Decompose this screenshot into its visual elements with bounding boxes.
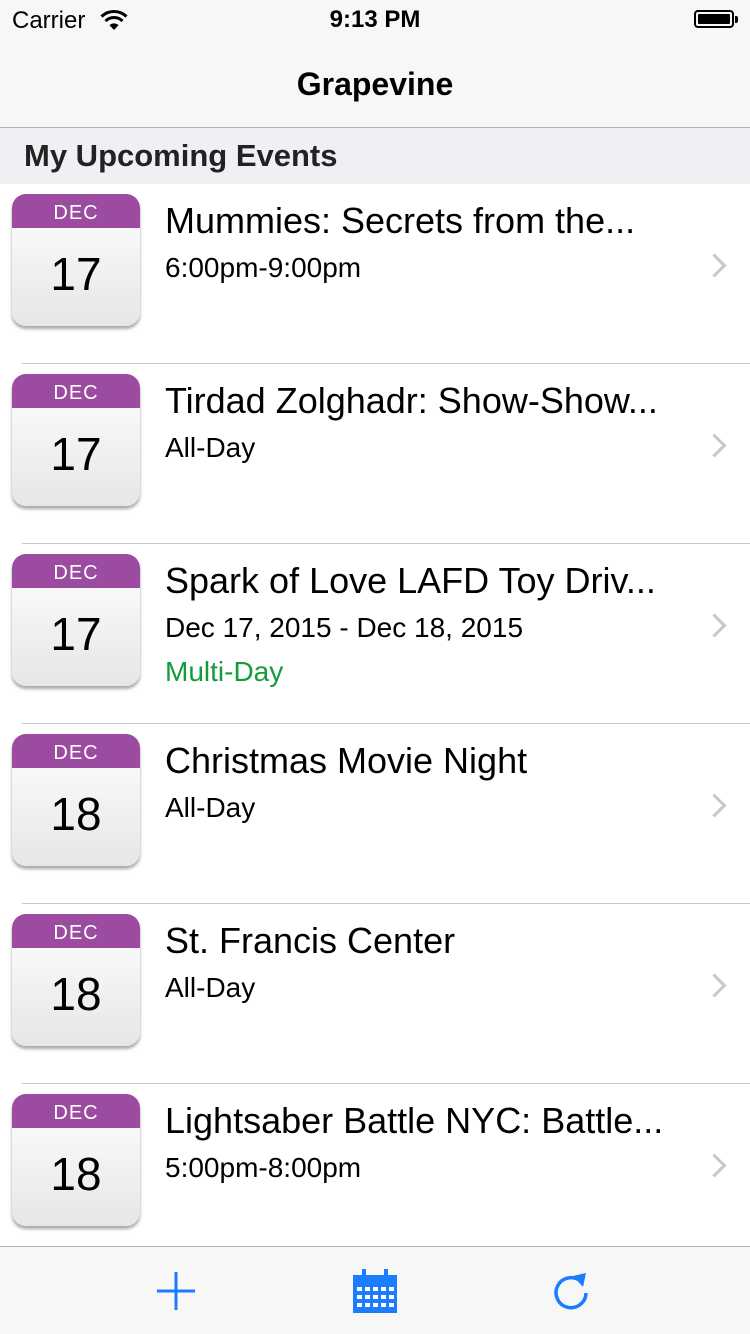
event-month: DEC (12, 734, 140, 768)
event-title: St. Francis Center (165, 920, 456, 961)
event-time: All-Day (165, 432, 256, 463)
event-day: 17 (50, 608, 102, 660)
refresh-icon[interactable] (548, 1267, 596, 1315)
section-header: My Upcoming Events (0, 128, 750, 184)
event-title: Spark of Love LAFD Toy Driv... (165, 560, 656, 601)
multi-day-label: Multi-Day (165, 656, 284, 687)
event-day: 18 (50, 968, 102, 1020)
event-time: All-Day (165, 972, 256, 1003)
event-row[interactable]: DEC 18 Lightsaber Battle NYC: Battle... … (0, 1084, 750, 1246)
event-month: DEC (12, 554, 140, 588)
event-title: Lightsaber Battle NYC: Battle... (165, 1100, 664, 1141)
event-row[interactable]: DEC 18 St. Francis Center All-Day (0, 904, 750, 1084)
event-time: 5:00pm-8:00pm (165, 1152, 362, 1183)
event-day: 18 (50, 788, 102, 840)
bottom-toolbar (0, 1246, 750, 1334)
event-day: 17 (50, 428, 102, 480)
calendar-date-icon: DEC 17 (12, 374, 140, 506)
chevron-right-icon (702, 433, 727, 458)
chevron-right-icon (702, 1153, 727, 1178)
battery-icon (694, 10, 738, 30)
event-row[interactable]: DEC 18 Christmas Movie Night All-Day (0, 724, 750, 904)
event-month: DEC (12, 374, 140, 408)
chevron-right-icon (702, 973, 727, 998)
event-month: DEC (12, 914, 140, 948)
navigation-bar: Grapevine (0, 40, 750, 128)
event-day: 18 (50, 1148, 102, 1200)
calendar-date-icon: DEC 18 (12, 1094, 140, 1226)
event-title: Tirdad Zolghadr: Show-Show... (165, 380, 658, 421)
event-list: DEC 17 Mummies: Secrets from the... 6:00… (0, 184, 750, 1246)
calendar-date-icon: DEC 18 (12, 914, 140, 1046)
calendar-date-icon: DEC 17 (12, 554, 140, 686)
event-month: DEC (12, 1094, 140, 1128)
calendar-date-icon: DEC 18 (12, 734, 140, 866)
status-time: 9:13 PM (329, 6, 421, 33)
chevron-right-icon (702, 793, 727, 818)
event-day: 17 (50, 248, 102, 300)
event-row[interactable]: DEC 17 Mummies: Secrets from the... 6:00… (0, 184, 750, 364)
calendar-icon[interactable] (351, 1267, 399, 1315)
event-month: DEC (12, 194, 140, 228)
event-row[interactable]: DEC 17 Spark of Love LAFD Toy Driv... De… (0, 544, 750, 724)
calendar-date-icon: DEC 17 (12, 194, 140, 326)
event-time: All-Day (165, 792, 256, 823)
chevron-right-icon (702, 613, 727, 638)
page-title: Grapevine (296, 66, 454, 102)
event-title: Christmas Movie Night (165, 740, 528, 781)
event-time: 6:00pm-9:00pm (165, 252, 362, 283)
event-time: Dec 17, 2015 - Dec 18, 2015 (165, 612, 524, 643)
event-title: Mummies: Secrets from the... (165, 200, 636, 241)
plus-icon[interactable] (152, 1267, 200, 1315)
chevron-right-icon (702, 253, 727, 278)
event-row[interactable]: DEC 17 Tirdad Zolghadr: Show-Show... All… (0, 364, 750, 544)
section-title: My Upcoming Events (24, 138, 338, 173)
status-bar: Carrier 9:13 PM (0, 0, 750, 40)
